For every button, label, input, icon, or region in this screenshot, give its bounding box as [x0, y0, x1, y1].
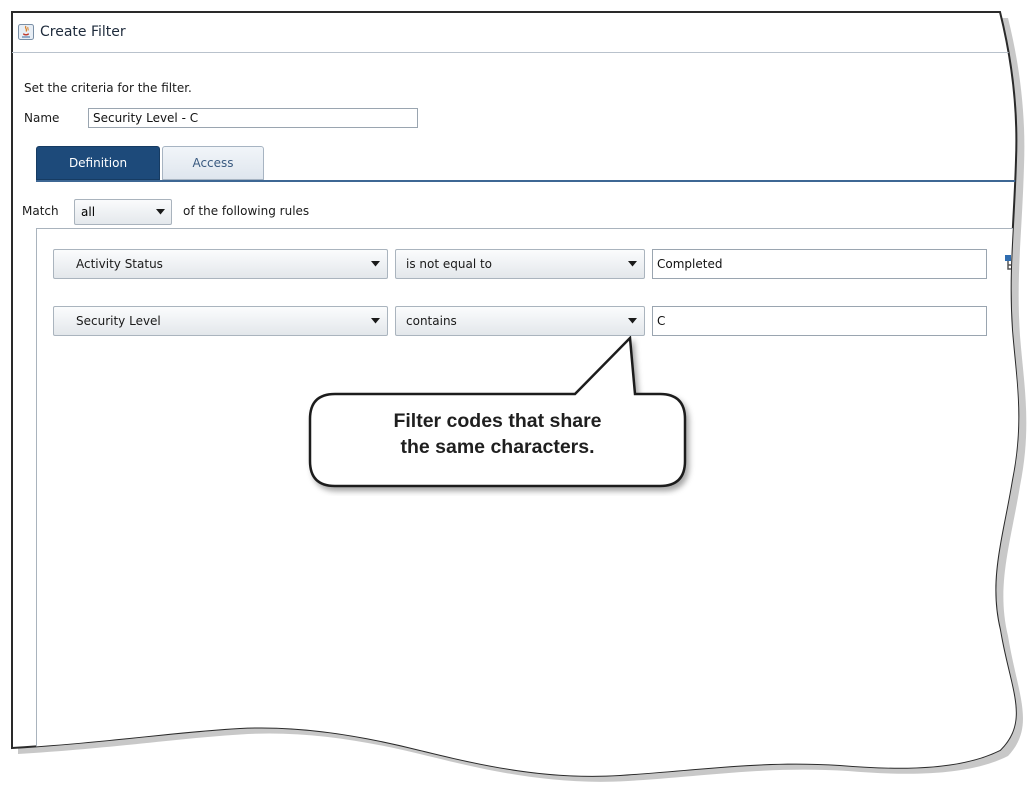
- rule-2-value-input[interactable]: [652, 306, 987, 336]
- match-select-value: all: [81, 205, 96, 219]
- rule-2-operator-select[interactable]: contains: [395, 306, 645, 336]
- chevron-down-icon: [149, 209, 171, 215]
- callout-line-2: the same characters.: [400, 436, 595, 458]
- rules-panel: Activity Status is not equal to Complete…: [36, 228, 1030, 796]
- rule-2-field-select[interactable]: Security Level: [53, 306, 388, 336]
- window-title: Create Filter: [40, 24, 126, 40]
- name-label: Name: [24, 111, 60, 125]
- tab-bar: Definition Access: [36, 146, 264, 180]
- tab-definition[interactable]: Definition: [36, 146, 160, 180]
- page: Create Filter Set the criteria for the f…: [0, 0, 1030, 796]
- title-separator: [12, 52, 1030, 53]
- rule-2-field-value: Security Level: [76, 314, 161, 328]
- rule-1-operator-value: is not equal to: [406, 257, 493, 271]
- chevron-down-icon: [620, 261, 644, 267]
- name-input[interactable]: [88, 108, 418, 128]
- tab-underline: [36, 180, 1030, 182]
- title-bar: Create Filter: [12, 12, 1030, 52]
- match-select[interactable]: all: [74, 199, 172, 225]
- match-label: Match: [22, 204, 59, 218]
- chevron-down-icon: [363, 318, 387, 324]
- callout-line-1: Filter codes that share: [393, 410, 602, 432]
- rule-1-value-input[interactable]: [652, 249, 987, 279]
- chevron-down-icon: [620, 318, 644, 324]
- tab-access[interactable]: Access: [162, 146, 264, 180]
- instructions-text: Set the criteria for the filter.: [24, 81, 192, 95]
- rule-1-field-value: Activity Status: [76, 257, 163, 271]
- match-suffix-text: of the following rules: [183, 204, 310, 218]
- rule-1-field-select[interactable]: Activity Status: [53, 249, 388, 279]
- rule-1-operator-select[interactable]: is not equal to: [395, 249, 645, 279]
- chevron-down-icon: [363, 261, 387, 267]
- rule-2-operator-value: contains: [406, 314, 457, 328]
- java-app-icon: [18, 24, 34, 40]
- callout-text: Filter codes that share the same charact…: [310, 408, 685, 460]
